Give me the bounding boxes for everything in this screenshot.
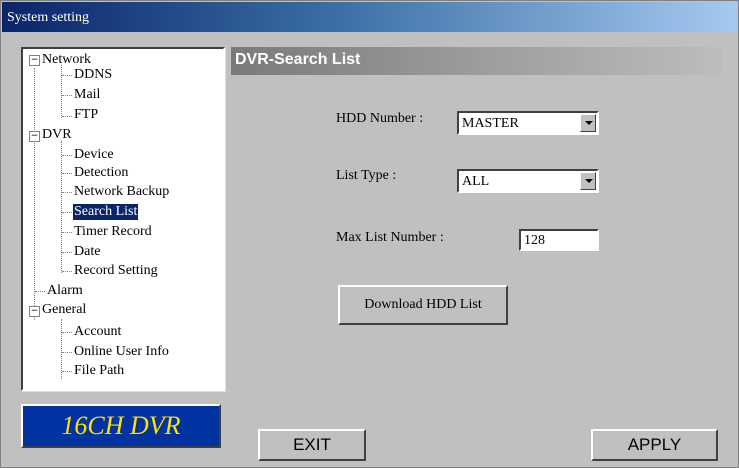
apply-label: APPLY — [627, 435, 682, 454]
max-list-number-label: Max List Number : — [336, 230, 444, 245]
hdd-number-value: MASTER — [462, 116, 519, 131]
tree-node-account[interactable]: Account — [74, 324, 121, 340]
tree-node-dvr[interactable]: DVR — [42, 127, 72, 143]
tree-line — [61, 319, 62, 379]
list-type-label: List Type : — [336, 168, 397, 183]
chevron-down-icon — [585, 179, 593, 183]
tree-node-online-user-info[interactable]: Online User Info — [74, 344, 169, 360]
chevron-down-icon — [585, 121, 593, 125]
download-hdd-list-label: Download HDD List — [364, 297, 482, 312]
tree-node-timer-record[interactable]: Timer Record — [74, 224, 152, 240]
tree-node-ddns[interactable]: DDNS — [74, 67, 112, 83]
tree-line — [62, 232, 72, 233]
list-type-select[interactable]: ALL — [457, 169, 599, 193]
tree-line — [62, 371, 72, 372]
dvr-logo: 16CH DVR — [21, 404, 221, 448]
exit-label: EXIT — [293, 435, 331, 454]
tree-node-record-setting[interactable]: Record Setting — [74, 263, 158, 279]
tree-node-file-path[interactable]: File Path — [74, 363, 124, 379]
list-type-dropdown-button[interactable] — [580, 172, 596, 190]
panel-title: DVR-Search List — [235, 51, 361, 68]
title-bar[interactable]: System setting — [2, 2, 737, 32]
tree-line — [35, 291, 45, 292]
exit-button[interactable]: EXIT — [258, 429, 366, 461]
tree-node-ftp[interactable]: FTP — [74, 107, 98, 123]
tree-node-network-backup[interactable]: Network Backup — [74, 184, 169, 200]
tree-line — [61, 65, 62, 118]
tree-node-network[interactable]: Network — [42, 52, 91, 68]
tree-line — [62, 332, 72, 333]
tree-node-device[interactable]: Device — [74, 147, 114, 163]
hdd-number-select[interactable]: MASTER — [457, 111, 599, 135]
tree-line — [62, 155, 72, 156]
tree-line — [62, 173, 72, 174]
tree-line — [62, 95, 72, 96]
tree-line — [62, 116, 72, 117]
network-expander-icon[interactable]: − — [29, 55, 40, 66]
download-hdd-list-button[interactable]: Download HDD List — [338, 285, 508, 325]
apply-button[interactable]: APPLY — [591, 429, 718, 461]
max-list-number-value: 128 — [524, 233, 545, 248]
dvr-expander-icon[interactable]: − — [29, 131, 40, 142]
logo-text: 16CH DVR — [61, 411, 181, 440]
tree-line — [34, 68, 35, 320]
tree-line — [62, 212, 72, 213]
max-list-number-input[interactable]: 128 — [519, 229, 599, 251]
settings-tree[interactable]: − Network DDNS Mail FTP − DVR Device Det… — [21, 47, 225, 391]
tree-node-general[interactable]: General — [42, 302, 86, 318]
panel-header: DVR-Search List — [231, 47, 722, 75]
tree-line — [62, 271, 72, 272]
hdd-number-dropdown-button[interactable] — [580, 114, 596, 132]
list-type-value: ALL — [462, 174, 490, 189]
tree-node-mail[interactable]: Mail — [74, 87, 100, 103]
tree-node-date[interactable]: Date — [74, 244, 100, 260]
tree-node-alarm[interactable]: Alarm — [47, 283, 83, 299]
tree-line — [62, 75, 72, 76]
window-title: System setting — [7, 10, 90, 25]
tree-line — [62, 252, 72, 253]
hdd-number-label: HDD Number : — [336, 111, 424, 126]
tree-node-detection[interactable]: Detection — [74, 165, 128, 181]
tree-line — [62, 352, 72, 353]
general-expander-icon[interactable]: − — [29, 306, 40, 317]
tree-line — [61, 141, 62, 273]
tree-node-search-list[interactable]: Search List — [73, 204, 139, 220]
tree-line — [62, 192, 72, 193]
system-setting-window: System setting − Network DDNS Mail FTP −… — [0, 0, 739, 468]
